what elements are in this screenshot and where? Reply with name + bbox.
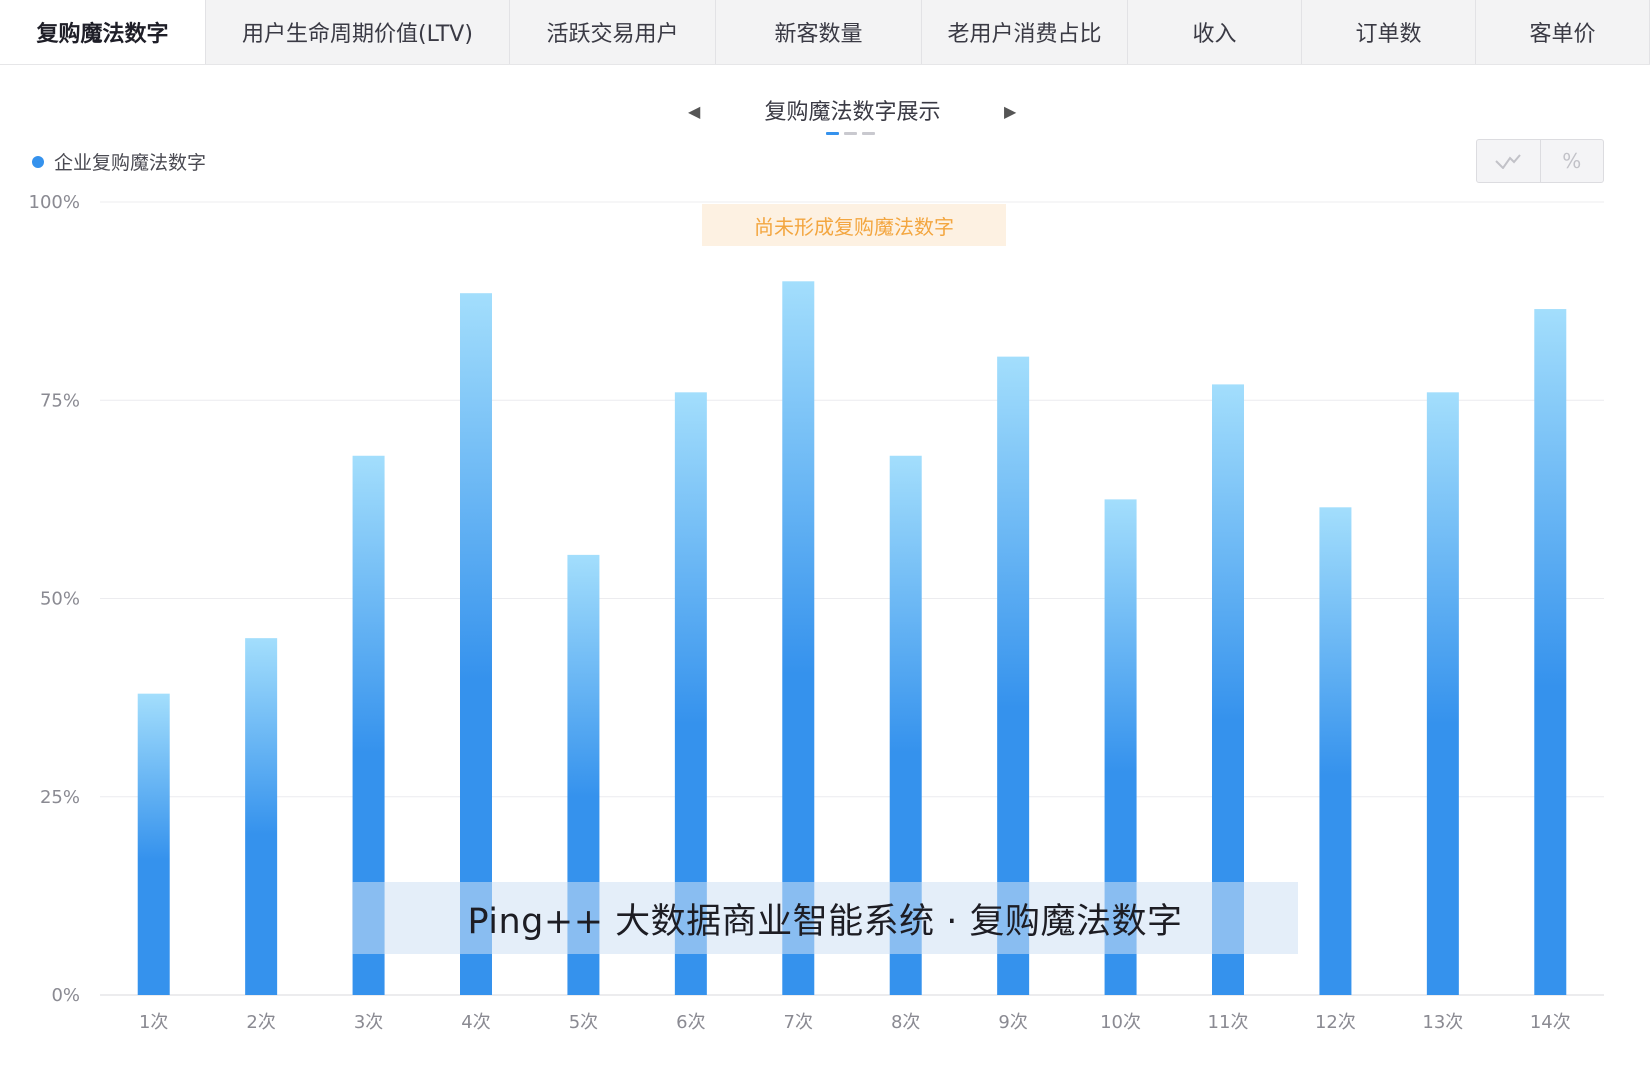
x-tick-label: 7次 [784, 1012, 813, 1033]
x-tick-label: 12次 [1315, 1012, 1356, 1033]
y-tick-label: 0% [51, 985, 80, 1006]
x-tick-label: 4次 [461, 1012, 490, 1033]
bar-1次[interactable] [137, 693, 170, 995]
x-tick-label: 2次 [246, 1012, 275, 1033]
y-tick-label: 75% [40, 390, 80, 411]
x-tick-label: 6次 [676, 1012, 705, 1033]
x-tick-label: 3次 [354, 1012, 383, 1033]
x-tick-label: 10次 [1100, 1012, 1141, 1033]
watermark-caption: Ping++ 大数据商业智能系统 · 复购魔法数字 [352, 882, 1298, 954]
bar-14次[interactable] [1534, 309, 1567, 995]
y-tick-label: 25% [40, 787, 80, 808]
no-magic-number-badge: 尚未形成复购魔法数字 [702, 204, 1006, 246]
x-tick-label: 11次 [1208, 1012, 1249, 1033]
bar-13次[interactable] [1426, 392, 1459, 995]
y-tick-label: 100% [29, 192, 80, 213]
x-tick-label: 9次 [998, 1012, 1027, 1033]
x-tick-label: 8次 [891, 1012, 920, 1033]
bar-2次[interactable] [245, 638, 278, 995]
x-tick-label: 13次 [1422, 1012, 1463, 1033]
x-tick-label: 5次 [569, 1012, 598, 1033]
y-tick-label: 50% [40, 589, 80, 610]
x-tick-label: 1次 [139, 1012, 168, 1033]
bar-12次[interactable] [1319, 507, 1352, 995]
x-tick-label: 14次 [1530, 1012, 1571, 1033]
